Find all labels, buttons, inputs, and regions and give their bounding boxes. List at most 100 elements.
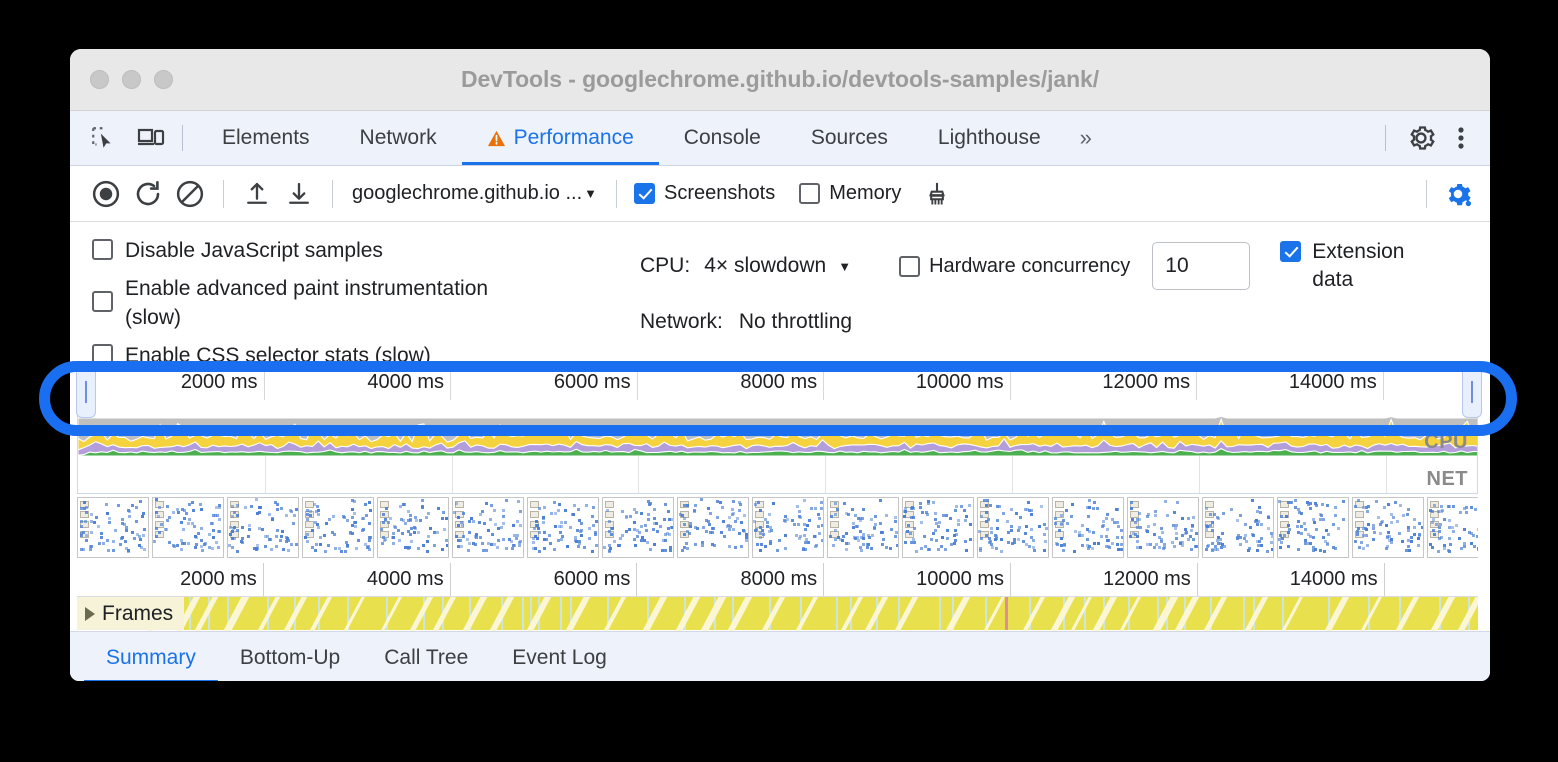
filmstrip-thumbnail[interactable] <box>152 497 224 558</box>
extension-data-checkbox[interactable]: Extension data <box>1280 238 1432 294</box>
thumbnail-dot <box>1172 544 1176 548</box>
thumbnail-dot <box>481 542 485 546</box>
thumbnail-dot <box>573 535 577 539</box>
tab-elements[interactable]: Elements <box>197 111 335 165</box>
cpu-chevron-down-icon[interactable]: ▼ <box>838 259 851 274</box>
capture-settings-gear-icon[interactable] <box>1438 174 1478 214</box>
thumbnail-dot <box>607 519 611 523</box>
filmstrip-thumbnail[interactable] <box>227 497 299 558</box>
thumbnail-dot <box>1353 540 1357 544</box>
filmstrip-thumbnail[interactable] <box>452 497 524 558</box>
thumbnail-dot <box>1000 549 1004 553</box>
filmstrip-thumbnail[interactable] <box>752 497 824 558</box>
tab-event-log[interactable]: Event Log <box>490 632 629 681</box>
gear-icon[interactable] <box>1404 121 1438 155</box>
css-selector-stats-box[interactable] <box>92 344 113 363</box>
timeline-ruler[interactable]: 2000 ms 4000 ms 6000 ms 8000 ms 10000 ms 1200… <box>77 563 1478 597</box>
thumbnail-dot <box>304 535 308 539</box>
css-selector-stats-checkbox[interactable]: Enable CSS selector stats (slow) <box>92 341 612 363</box>
advanced-paint-instrumentation-box[interactable] <box>92 291 113 312</box>
thumbnail-dot <box>337 547 341 551</box>
save-profile-button[interactable] <box>279 174 319 214</box>
kebab-menu-icon[interactable] <box>1444 121 1478 155</box>
advanced-paint-instrumentation-checkbox[interactable]: Enable advanced paint instrumentation (s… <box>92 274 612 332</box>
thumbnail-dot <box>1222 512 1226 515</box>
thumbnail-dot <box>1267 527 1271 531</box>
record-button[interactable] <box>86 174 126 214</box>
filmstrip-thumbnail[interactable] <box>977 497 1049 558</box>
tab-summary[interactable]: Summary <box>84 632 218 681</box>
collect-garbage-icon[interactable] <box>917 174 957 214</box>
thumbnail-dot <box>468 541 472 545</box>
thumbnail-dot <box>193 524 197 528</box>
zoom-window-button[interactable] <box>154 70 173 89</box>
more-tabs-chevron-icon[interactable]: » <box>1066 111 1106 165</box>
thumbnail-dot <box>587 537 591 541</box>
filmstrip-thumbnail[interactable] <box>377 497 449 558</box>
expand-triangle-icon[interactable] <box>85 606 95 621</box>
thumbnail-dot <box>1010 541 1014 545</box>
tab-call-tree[interactable]: Call Tree <box>362 632 490 681</box>
filmstrip-thumbnail[interactable] <box>1352 497 1424 558</box>
clear-button[interactable] <box>170 174 210 214</box>
filmstrip-thumbnail[interactable] <box>1277 497 1349 558</box>
filmstrip-thumbnail[interactable] <box>1202 497 1274 558</box>
filmstrip-thumbnail[interactable] <box>677 497 749 558</box>
thumbnail-dot <box>903 514 907 518</box>
inspect-element-icon[interactable] <box>86 121 120 155</box>
device-toolbar-icon[interactable] <box>134 121 168 155</box>
thumbnail-dot <box>732 527 736 531</box>
filmstrip[interactable] <box>77 497 1478 561</box>
disable-js-samples-box[interactable] <box>92 239 113 260</box>
screenshots-checkbox-box[interactable] <box>634 183 656 204</box>
reload-and-record-button[interactable] <box>128 174 168 214</box>
minimize-window-button[interactable] <box>122 70 141 89</box>
close-window-button[interactable] <box>90 70 109 89</box>
thumbnail-dot <box>462 512 466 516</box>
overview-selection-left-handle[interactable] <box>76 366 96 418</box>
thumbnail-dot <box>487 542 491 546</box>
tab-performance[interactable]: Performance <box>461 111 660 165</box>
thumbnail-dot <box>591 523 595 527</box>
filmstrip-thumbnail[interactable] <box>902 497 974 558</box>
thumbnail-dot <box>1043 549 1047 553</box>
cpu-select[interactable]: 4× slowdown <box>704 254 826 278</box>
filmstrip-thumbnail[interactable] <box>527 497 599 558</box>
filmstrip-thumbnail[interactable] <box>602 497 674 558</box>
network-select[interactable]: No throttling <box>739 310 852 334</box>
overview-ruler[interactable]: 2000 ms 4000 ms 6000 ms 8000 ms 10000 ms 1200… <box>77 364 1478 400</box>
frames-track-label[interactable]: Frames <box>77 597 185 630</box>
filmstrip-thumbnail[interactable] <box>827 497 899 558</box>
load-profile-button[interactable] <box>237 174 277 214</box>
thumbnail-dot <box>1341 499 1345 503</box>
thumbnail-dot <box>873 522 877 526</box>
overview-selection-right-handle[interactable] <box>1462 366 1482 418</box>
hardware-concurrency-checkbox[interactable]: Hardware concurrency <box>899 255 1130 278</box>
hardware-concurrency-box[interactable] <box>899 255 921 277</box>
tab-network[interactable]: Network <box>335 111 462 165</box>
memory-checkbox-box[interactable] <box>799 183 821 204</box>
profile-url-select[interactable]: googlechrome.github.io ... ▼ <box>346 182 603 205</box>
filmstrip-thumbnail[interactable] <box>302 497 374 558</box>
frames-track[interactable]: Frames <box>77 597 1478 631</box>
filmstrip-thumbnail[interactable] <box>1427 497 1478 558</box>
thumbnail-dot <box>1181 543 1185 547</box>
tab-sources[interactable]: Sources <box>786 111 913 165</box>
extension-data-box[interactable] <box>1280 241 1302 262</box>
thumbnail-dot <box>1373 530 1377 534</box>
window-traffic-lights[interactable] <box>90 70 173 89</box>
filmstrip-thumbnail[interactable] <box>1052 497 1124 558</box>
cpu-usage-chart[interactable]: CPU <box>77 400 1478 456</box>
disable-js-samples-checkbox[interactable]: Disable JavaScript samples <box>92 236 612 265</box>
memory-checkbox[interactable]: Memory <box>799 182 901 205</box>
tab-lighthouse[interactable]: Lighthouse <box>913 111 1066 165</box>
filmstrip-thumbnail[interactable] <box>77 497 149 558</box>
tab-bottom-up[interactable]: Bottom-Up <box>218 632 362 681</box>
tab-console[interactable]: Console <box>659 111 786 165</box>
thumbnail-dot <box>860 517 864 521</box>
screenshots-checkbox[interactable]: Screenshots <box>634 182 775 205</box>
tab-lighthouse-label: Lighthouse <box>937 126 1041 149</box>
filmstrip-thumbnail[interactable] <box>1127 497 1199 558</box>
network-overview-chart[interactable]: NET <box>77 456 1478 494</box>
hardware-concurrency-input[interactable]: 10 <box>1152 242 1251 290</box>
